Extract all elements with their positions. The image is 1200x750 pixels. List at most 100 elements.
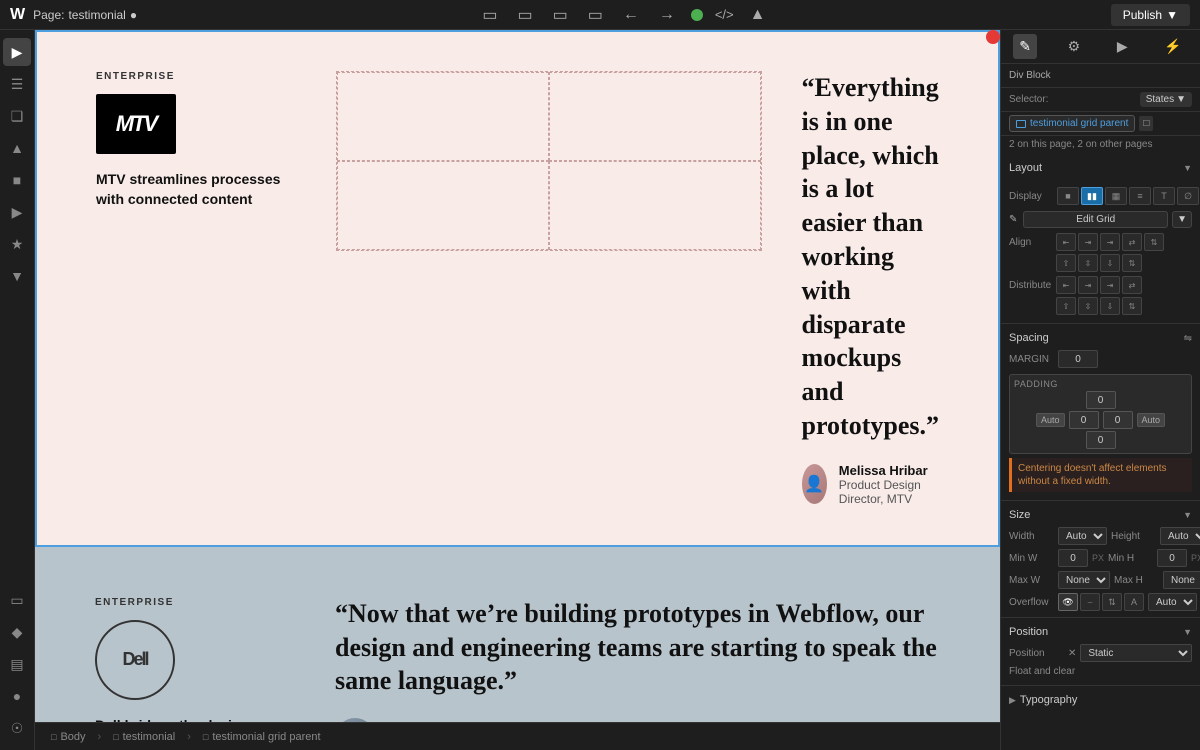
display-inline-block-btn[interactable]: T — [1153, 187, 1175, 205]
size-header[interactable]: Size ▼ — [1001, 505, 1200, 525]
max-h-select[interactable]: NonePX — [1163, 571, 1200, 589]
size-label: Size — [1009, 509, 1030, 521]
align-end-btn[interactable]: ⇥ — [1100, 233, 1120, 251]
sidebar-icon-components[interactable]: ❏ — [3, 102, 31, 130]
sidebar-icon-assets[interactable]: ▲ — [3, 134, 31, 162]
overflow-hidden-btn[interactable]: ⎯ — [1080, 593, 1100, 611]
align-start-btn[interactable]: ⇤ — [1056, 233, 1076, 251]
deploy-icon[interactable]: ▲ — [746, 4, 770, 26]
align-v-start-btn[interactable]: ⇧ — [1056, 254, 1076, 272]
align-v-end-btn[interactable]: ⇩ — [1100, 254, 1120, 272]
padding-top-input[interactable] — [1086, 391, 1116, 409]
spacing-header[interactable]: Spacing ⇋ — [1001, 328, 1200, 348]
width-select[interactable]: AutoPX% — [1058, 527, 1107, 545]
position-header[interactable]: Position ▼ — [1001, 622, 1200, 642]
width-row: Width AutoPX% Height AutoPX — [1001, 525, 1200, 547]
display-none-btn[interactable]: ∅ — [1177, 187, 1199, 205]
distribute2-btn4[interactable]: ⇅ — [1122, 297, 1142, 315]
height-select[interactable]: AutoPX — [1160, 527, 1200, 545]
edit-icon: ✎ — [1009, 214, 1017, 225]
sidebar-icon-pointer[interactable]: ▶ — [3, 38, 31, 66]
sidebar-icon-pages[interactable]: ☰ — [3, 70, 31, 98]
distribute-label: Distribute — [1009, 280, 1054, 291]
style-icon[interactable]: ✎ — [1013, 34, 1037, 59]
align-baseline-btn[interactable]: ⇅ — [1144, 233, 1164, 251]
layout-label: Layout — [1009, 162, 1042, 174]
chip-label: testimonial grid parent — [1030, 118, 1128, 129]
position-value-row: Position ✕ StaticRelativeAbsoluteFixedSt… — [1001, 642, 1200, 664]
company-description-mtv: MTV streamlines processes with connected… — [96, 170, 296, 209]
sidebar-icon-logic[interactable]: ▼ — [3, 262, 31, 290]
mobile-icon[interactable]: ▭ — [584, 3, 607, 27]
display-flex-btn[interactable]: ▮▮ — [1081, 187, 1103, 205]
states-chevron: ▼ — [1176, 94, 1186, 105]
typography-header[interactable]: ▶ Typography — [1001, 690, 1200, 710]
sidebar-icon-apps[interactable]: ● — [3, 682, 31, 710]
breadcrumb-grid-parent[interactable]: □ testimonial grid parent — [197, 729, 327, 745]
min-h-input[interactable] — [1157, 549, 1187, 567]
sidebar-icon-symbol[interactable]: ◆ — [3, 618, 31, 646]
topbar: W Page: testimonial ● ▭ ▭ ▭ ▭ ← → </> ▲ … — [0, 0, 1200, 30]
states-button[interactable]: States ▼ — [1140, 92, 1192, 107]
layout-section: Layout ▼ Display ■ ▮▮ ▦ ≡ T ∅ — [1001, 156, 1200, 324]
redo-icon[interactable]: → — [655, 4, 679, 26]
tablet-icon[interactable]: ▭ — [549, 3, 572, 27]
copy-selector-button[interactable]: □ — [1139, 116, 1153, 131]
min-w-unit: PX — [1092, 553, 1104, 563]
overflow-visible-btn[interactable]: 👁 — [1058, 593, 1078, 611]
padding-left-input[interactable] — [1069, 411, 1099, 429]
max-w-select[interactable]: NonePX — [1058, 571, 1110, 589]
publish-button[interactable]: Publish ▼ — [1111, 4, 1190, 26]
padding-auto-right[interactable]: Auto — [1137, 413, 1166, 427]
position-select[interactable]: StaticRelativeAbsoluteFixedSticky — [1080, 644, 1192, 662]
corner-handle[interactable] — [986, 30, 1000, 44]
align-v-stretch-btn[interactable]: ⇅ — [1122, 254, 1142, 272]
distribute-space-btn[interactable]: ⇄ — [1122, 276, 1142, 294]
layout-header[interactable]: Layout ▼ — [1001, 156, 1200, 180]
body-icon: □ — [51, 732, 56, 742]
desktop-icon[interactable]: ▭ — [478, 3, 501, 27]
sidebar-icon-ecommerce[interactable]: ▶ — [3, 198, 31, 226]
breadcrumb-body[interactable]: □ Body — [45, 729, 92, 745]
distribute2-btn2[interactable]: ⇳ — [1078, 297, 1098, 315]
overflow-auto-select[interactable]: Auto — [1148, 593, 1197, 611]
code-icon[interactable]: </> — [715, 7, 734, 22]
undo-icon[interactable]: ← — [619, 4, 643, 26]
selector-chip[interactable]: testimonial grid parent — [1009, 115, 1135, 132]
align-v-center-btn[interactable]: ⇳ — [1078, 254, 1098, 272]
display-grid-btn[interactable]: ▦ — [1105, 187, 1127, 205]
settings-icon[interactable]: ⚙ — [1062, 34, 1087, 59]
distribute-center-btn[interactable]: ⇥ — [1078, 276, 1098, 294]
spacing-expand[interactable]: ⇋ — [1184, 333, 1192, 344]
sidebar-icon-responsive[interactable]: ▭ — [3, 586, 31, 614]
interactions-icon[interactable]: ▶ — [1111, 34, 1134, 59]
selector-row: Selector: States ▼ — [1001, 88, 1200, 112]
max-h-label: Max H — [1114, 575, 1159, 586]
edit-grid-dropdown[interactable]: ▼ — [1172, 211, 1192, 228]
distribute-end-btn[interactable]: ⇥ — [1100, 276, 1120, 294]
breadcrumb-body-label: Body — [60, 731, 85, 743]
margin-input[interactable] — [1058, 350, 1098, 368]
padding-right-input[interactable] — [1103, 411, 1133, 429]
overflow-auto-btn[interactable]: A — [1124, 593, 1144, 611]
edit-grid-button[interactable]: Edit Grid — [1023, 211, 1168, 228]
display-inline-btn[interactable]: ≡ — [1129, 187, 1151, 205]
overflow-scroll-btn[interactable]: ⇅ — [1102, 593, 1122, 611]
sidebar-icon-grid[interactable]: ▤ — [3, 650, 31, 678]
sidebar-icon-cms[interactable]: ■ — [3, 166, 31, 194]
breadcrumb-testimonial[interactable]: □ testimonial — [107, 729, 181, 745]
more-icon[interactable]: ⚡ — [1158, 34, 1187, 59]
sidebar-icon-interactions[interactable]: ★ — [3, 230, 31, 258]
distribute2-btn1[interactable]: ⇧ — [1056, 297, 1076, 315]
tablet-landscape-icon[interactable]: ▭ — [513, 3, 536, 27]
sidebar-icon-settings[interactable]: ☉ — [3, 714, 31, 742]
align-stretch-btn[interactable]: ⇄ — [1122, 233, 1142, 251]
display-block-btn[interactable]: ■ — [1057, 187, 1079, 205]
distribute-start-btn[interactable]: ⇤ — [1056, 276, 1076, 294]
padding-bottom-input[interactable] — [1086, 431, 1116, 449]
testimonial-section-1[interactable]: □ testimonial grid parent ENTERPRISE MTV… — [35, 30, 1000, 547]
distribute2-btn3[interactable]: ⇩ — [1100, 297, 1120, 315]
padding-auto-left[interactable]: Auto — [1036, 413, 1065, 427]
min-w-input[interactable] — [1058, 549, 1088, 567]
align-center-h-btn[interactable]: ⇥ — [1078, 233, 1098, 251]
